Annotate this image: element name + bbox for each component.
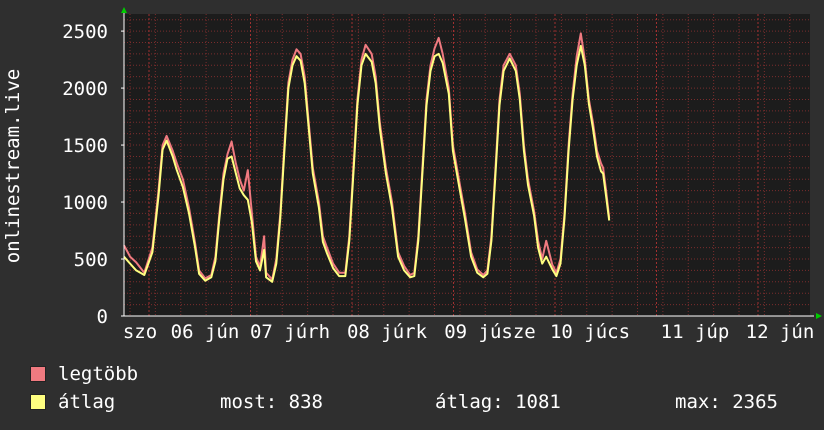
legtobb-swatch (30, 366, 46, 382)
atlag-swatch (30, 394, 46, 410)
x-tick-label: 10 júcs (550, 321, 630, 343)
x-tick-labels: szo 06 jún 07 júrh 08 júrk 09 júsze 10 júcs 11… (123, 321, 814, 343)
stat-max: max: 2365 (675, 391, 778, 413)
legend-item-legtobb: legtöbb (30, 363, 138, 385)
legend-label-atlag: átlag (58, 391, 116, 413)
x-tick-label: 08 júrk (347, 321, 428, 343)
y-tick-labels: 0 500 1000 1500 2000 2500 (62, 21, 124, 328)
x-tick-label: 11 júp (661, 321, 730, 343)
y-tick-label: 2000 (62, 78, 108, 100)
y-tick-label: 0 (97, 306, 108, 328)
y-tick-label: 2500 (62, 21, 108, 43)
x-tick-label: 06 jún (171, 321, 240, 343)
x-axis-arrow (816, 313, 822, 319)
x-tick-label: szo (123, 321, 157, 343)
y-tick-label: 500 (74, 249, 108, 271)
x-tick-label: 09 júsze (444, 321, 536, 343)
stat-atlag: átlag: 1081 (435, 391, 561, 413)
y-axis-label: onlinestream.live (2, 69, 24, 263)
y-tick-label: 1500 (62, 135, 108, 157)
y-tick-label: 1000 (62, 192, 108, 214)
x-tick-label: 12 jún (746, 321, 815, 343)
stat-most: most: 838 (220, 391, 323, 413)
legend-label-legtobb: legtöbb (58, 363, 139, 385)
x-tick-label: 07 júrh (250, 321, 330, 343)
y-axis-arrow (121, 7, 127, 13)
legend-item-atlag: átlag (30, 391, 115, 413)
